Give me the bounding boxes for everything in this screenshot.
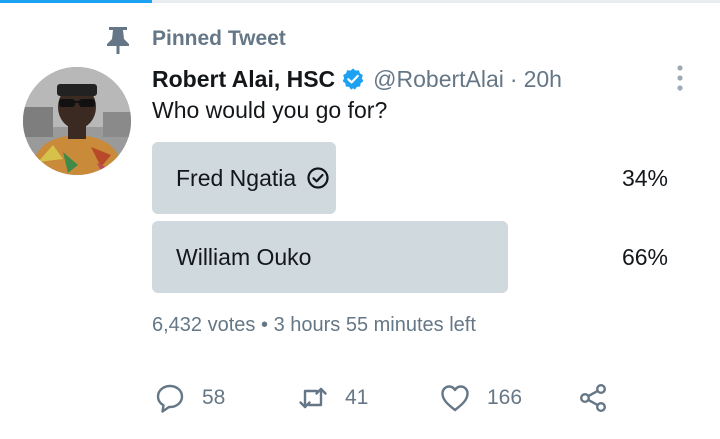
poll-option-label: William Ouko [176,221,311,293]
more-options-icon[interactable] [670,62,690,94]
poll-option-percent: 66% [621,243,668,270]
share-icon [579,384,607,413]
retweet-count: 41 [345,386,369,409]
top-divider [0,0,720,3]
avatar[interactable] [23,67,131,175]
tweet-timestamp[interactable]: 20h [524,66,562,93]
poll-option-label: Fred Ngatia [176,142,330,214]
reply-count: 58 [202,386,226,409]
poll-meta-separator: • [260,314,268,336]
poll-option-fred-ngatia[interactable]: Fred Ngatia 34% [152,142,692,214]
verified-badge-icon [342,68,364,90]
poll-option-percent: 34% [621,164,668,191]
author-name[interactable]: Robert Alai, HSC [152,66,335,93]
tweet-actions: 58 41 166 [152,378,632,418]
header-separator: · [509,65,518,92]
voted-check-icon [307,167,329,189]
share-button[interactable] [577,378,609,418]
pinned-tweet-row: Pinned Tweet [0,25,720,55]
pinned-tweet-label: Pinned Tweet [152,27,286,50]
poll-time-left: 3 hours 55 minutes left [273,314,476,336]
retweet-button[interactable]: 41 [297,378,368,418]
retweet-icon [299,387,327,409]
author-handle[interactable]: @RobertAlai [373,66,504,93]
poll-option-text: William Ouko [176,243,312,270]
heart-icon [441,385,469,412]
reply-icon [156,384,184,413]
poll-meta: 6,432 votes • 3 hours 55 minutes left [152,314,476,337]
like-button[interactable]: 166 [439,378,522,418]
like-count: 166 [487,386,523,409]
poll-option-william-ouko[interactable]: William Ouko 66% [152,221,692,293]
poll-votes: 6,432 votes [152,314,256,336]
reply-button[interactable]: 58 [154,378,225,418]
poll-option-text: Fred Ngatia [176,164,297,191]
tweet-header: Robert Alai, HSC @RobertAlai · 20h [152,62,562,96]
tweet-text: Who would you go for? [152,97,388,123]
pin-icon [107,27,129,54]
tab-indicator [0,0,152,3]
